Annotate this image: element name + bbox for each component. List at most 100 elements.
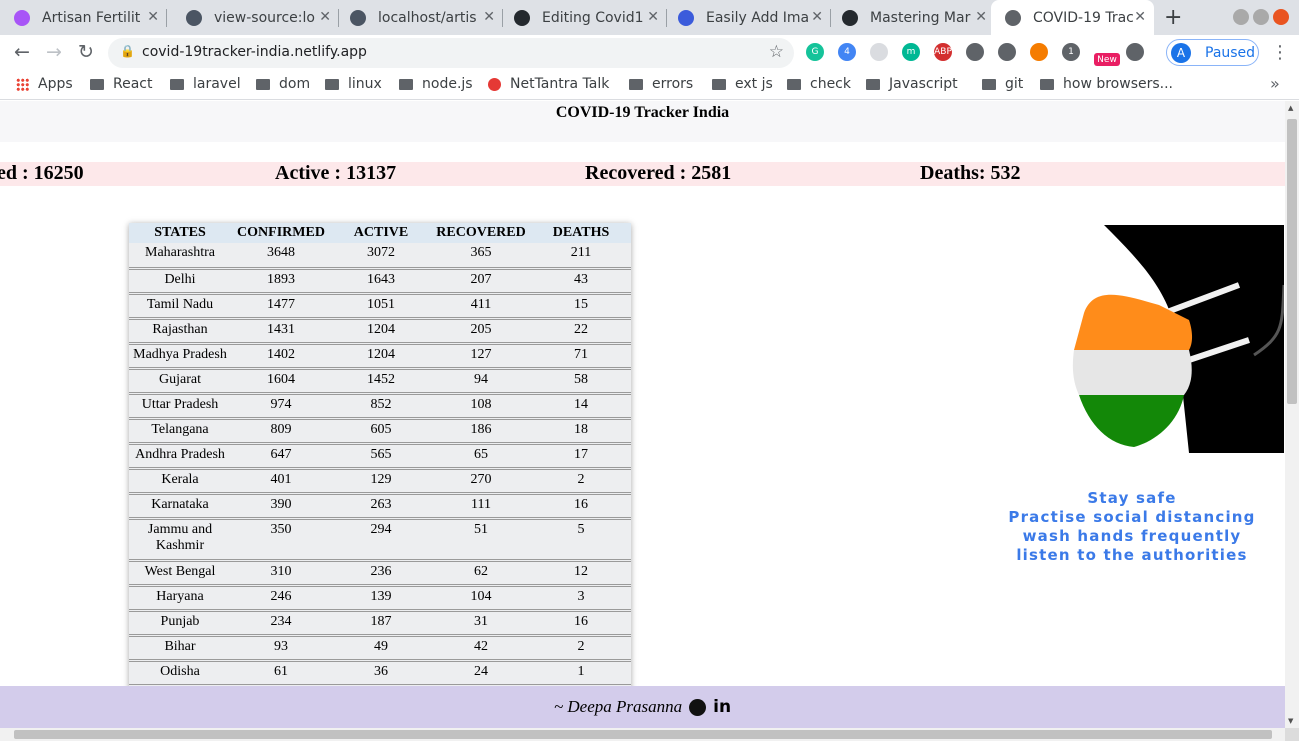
column-header[interactable]: STATES bbox=[129, 223, 231, 243]
value-cell: 104 bbox=[431, 585, 531, 612]
maximize-icon[interactable] bbox=[1253, 9, 1269, 25]
browser-tab[interactable]: localhost/artis ✕ bbox=[336, 0, 503, 35]
bookmark-folder[interactable]: git bbox=[982, 76, 1023, 92]
browser-tab[interactable]: COVID-19 Trac ✕ bbox=[991, 0, 1154, 35]
new-tab-icon[interactable]: + bbox=[1164, 5, 1182, 30]
safety-tip-line: Stay safe bbox=[1087, 489, 1177, 507]
table-row: Maharashtra 3648 3072 365 211 bbox=[129, 243, 631, 270]
browser-tab[interactable]: Mastering Mar ✕ bbox=[828, 0, 995, 35]
page-icon[interactable] bbox=[966, 43, 984, 61]
value-cell: 3648 bbox=[231, 243, 331, 270]
table-row: Karnataka 390 263 111 16 bbox=[129, 493, 631, 520]
site-footer: ~ Deepa Prasanna in bbox=[0, 686, 1285, 728]
column-header[interactable]: RECOVERED bbox=[431, 223, 531, 243]
value-cell: 65 bbox=[431, 443, 531, 470]
folder-icon bbox=[787, 78, 801, 90]
bookmark-folder[interactable]: how browsers... bbox=[1040, 76, 1173, 92]
tab-favicon-icon bbox=[350, 9, 366, 26]
m-icon[interactable]: m bbox=[902, 43, 920, 61]
back-icon[interactable]: ← bbox=[10, 41, 34, 63]
puzzle-icon[interactable]: 1 bbox=[1062, 43, 1080, 61]
value-cell: 809 bbox=[231, 418, 331, 445]
lock-icon[interactable]: 🔒 bbox=[120, 44, 135, 58]
value-cell: 647 bbox=[231, 443, 331, 470]
kebab-menu-icon[interactable]: ⋮ bbox=[1271, 42, 1289, 63]
tab-close-icon[interactable]: ✕ bbox=[483, 9, 495, 25]
new-badge-icon[interactable]: New bbox=[1094, 53, 1120, 66]
vertical-scrollbar[interactable]: ▲ ▼ bbox=[1285, 101, 1299, 728]
value-cell: 62 bbox=[431, 560, 531, 587]
minimize-icon[interactable] bbox=[1233, 9, 1249, 25]
bookmark-folder[interactable]: node.js bbox=[399, 76, 473, 92]
value-cell: 71 bbox=[531, 343, 631, 370]
tricolor-mask-image bbox=[984, 225, 1284, 453]
bookmark-label: how browsers... bbox=[1063, 76, 1173, 92]
bookmark-folder[interactable]: laravel bbox=[170, 76, 241, 92]
bottle-icon[interactable] bbox=[1030, 43, 1048, 61]
bookmark-folder[interactable]: errors bbox=[629, 76, 693, 92]
bookmark-folder[interactable]: React bbox=[90, 76, 152, 92]
column-header[interactable]: CONFIRMED bbox=[231, 223, 331, 243]
tab-close-icon[interactable]: ✕ bbox=[1134, 9, 1146, 25]
value-cell: 24 bbox=[431, 660, 531, 687]
bookmark-folder[interactable]: check bbox=[787, 76, 851, 92]
state-name-cell: Haryana bbox=[129, 585, 231, 612]
value-cell: 211 bbox=[531, 243, 631, 270]
vertical-scroll-thumb[interactable] bbox=[1287, 119, 1297, 404]
value-cell: 236 bbox=[331, 560, 431, 587]
url-text[interactable]: covid-19tracker-india.netlify.app bbox=[142, 44, 367, 60]
bookmark-folder[interactable]: dom bbox=[256, 76, 310, 92]
stats-banner: ed : 16250 Active : 13137 Recovered : 25… bbox=[0, 162, 1285, 186]
adblock-icon[interactable]: ABP bbox=[934, 43, 952, 61]
table-row: Madhya Pradesh 1402 1204 127 71 bbox=[129, 343, 631, 370]
github-icon[interactable] bbox=[689, 698, 707, 716]
states-table-container[interactable]: STATES CONFIRMED ACTIVE RECOVERED DEATHS Mah… bbox=[129, 223, 631, 693]
table-row: Jammu and Kashmir 350 294 51 5 bbox=[129, 518, 631, 562]
value-cell: 401 bbox=[231, 468, 331, 495]
tab-close-icon[interactable]: ✕ bbox=[147, 9, 159, 25]
scroll-up-icon[interactable]: ▲ bbox=[1288, 104, 1293, 112]
column-header[interactable]: DEATHS bbox=[531, 223, 631, 243]
linkedin-icon[interactable]: in bbox=[713, 697, 731, 717]
horizontal-scrollbar[interactable] bbox=[0, 728, 1285, 741]
tab-close-icon[interactable]: ✕ bbox=[319, 9, 331, 25]
bookmarks-overflow-icon[interactable]: » bbox=[1270, 74, 1280, 93]
checklist-icon[interactable]: 4 bbox=[838, 43, 856, 61]
browser-tab[interactable]: Editing Covid1 ✕ bbox=[500, 0, 667, 35]
close-window-icon[interactable] bbox=[1273, 9, 1289, 25]
column-header[interactable]: ACTIVE bbox=[331, 223, 431, 243]
tab-title: view-source:lo bbox=[214, 9, 315, 26]
tab-close-icon[interactable]: ✕ bbox=[975, 9, 987, 25]
value-cell: 51 bbox=[431, 518, 531, 562]
bookmark-folder[interactable]: ext js bbox=[712, 76, 773, 92]
address-bar[interactable]: 🔒 covid-19tracker-india.netlify.app ☆ bbox=[108, 38, 794, 68]
table-row: Odisha 61 36 24 1 bbox=[129, 660, 631, 687]
value-cell: 974 bbox=[231, 393, 331, 420]
bookmark-folder[interactable]: linux bbox=[325, 76, 382, 92]
horizontal-scroll-thumb[interactable] bbox=[14, 730, 1272, 739]
folder-icon bbox=[170, 78, 184, 90]
code-icon[interactable] bbox=[1126, 43, 1144, 61]
value-cell: 16 bbox=[531, 493, 631, 520]
screenshot-icon[interactable] bbox=[870, 43, 888, 61]
reload-icon[interactable]: ↻ bbox=[74, 41, 98, 63]
bookmark-item[interactable]: Apps bbox=[16, 76, 73, 92]
bookmark-folder[interactable]: Javascript bbox=[866, 76, 958, 92]
profile-button[interactable]: A Paused bbox=[1166, 39, 1259, 66]
grammarly-icon[interactable]: G bbox=[806, 43, 824, 61]
tab-close-icon[interactable]: ✕ bbox=[647, 9, 659, 25]
safety-tip-line: wash hands frequently bbox=[1022, 527, 1242, 545]
author-credit: ~ Deepa Prasanna bbox=[553, 697, 683, 716]
browser-tab[interactable]: Artisan Fertilit ✕ bbox=[0, 0, 167, 35]
browser-tab[interactable]: Easily Add Ima ✕ bbox=[664, 0, 831, 35]
value-cell: 1452 bbox=[331, 368, 431, 395]
eyedropper-icon[interactable] bbox=[998, 43, 1016, 61]
bookmark-star-icon[interactable]: ☆ bbox=[769, 42, 784, 62]
scroll-down-icon[interactable]: ▼ bbox=[1288, 717, 1293, 725]
bookmark-item[interactable]: NetTantra Talk bbox=[488, 76, 609, 92]
forward-icon[interactable]: → bbox=[42, 41, 66, 63]
tab-title: Artisan Fertilit bbox=[42, 9, 141, 26]
browser-tab[interactable]: view-source:lo ✕ bbox=[172, 0, 339, 35]
tab-close-icon[interactable]: ✕ bbox=[811, 9, 823, 25]
value-cell: 411 bbox=[431, 293, 531, 320]
